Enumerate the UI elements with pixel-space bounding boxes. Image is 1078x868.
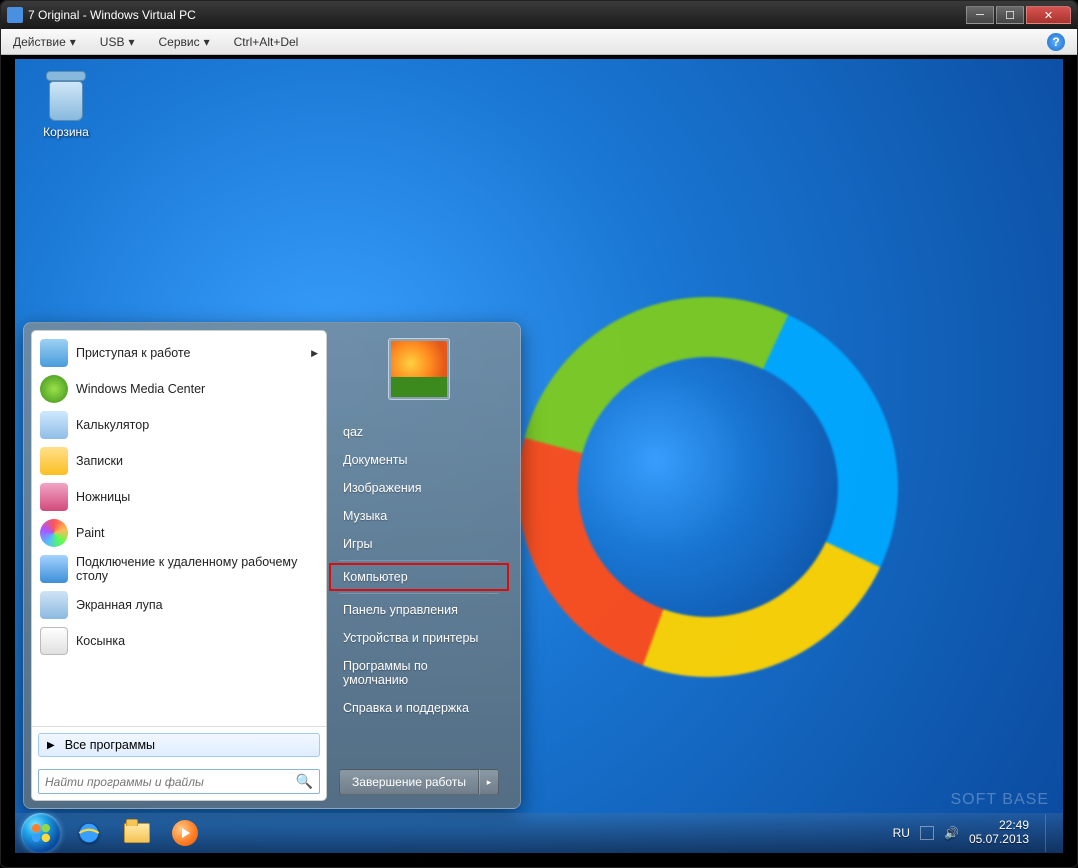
guest-desktop[interactable]: Корзина Приступая к работе Windows Media… — [15, 59, 1063, 853]
taskbar-ie[interactable] — [69, 818, 109, 848]
vm-app-icon — [7, 7, 23, 23]
prog-snipping[interactable]: Ножницы — [34, 479, 324, 515]
menu-action[interactable]: Действие ▾ — [13, 35, 76, 49]
guest-viewport: Корзина Приступая к работе Windows Media… — [11, 55, 1067, 857]
right-pictures[interactable]: Изображения — [329, 474, 509, 502]
separator — [339, 560, 499, 561]
paint-icon — [40, 519, 68, 547]
card-icon — [40, 627, 68, 655]
menu-ctrl-alt-del[interactable]: Ctrl+Alt+Del — [234, 35, 299, 49]
all-programs-button[interactable]: ▶ Все программы — [38, 733, 320, 757]
sticky-notes-icon — [40, 447, 68, 475]
flower-icon — [391, 341, 447, 397]
right-help[interactable]: Справка и поддержка — [329, 694, 509, 722]
clock[interactable]: 22:49 05.07.2013 — [969, 819, 1029, 847]
right-games[interactable]: Игры — [329, 530, 509, 558]
taskbar: RU 🔊 22:49 05.07.2013 — [15, 813, 1063, 853]
language-indicator[interactable]: RU — [893, 826, 910, 840]
shutdown-options-button[interactable]: ▸ — [479, 769, 499, 795]
start-menu: Приступая к работе Windows Media Center … — [23, 322, 521, 809]
right-user[interactable]: qaz — [329, 418, 509, 446]
chevron-down-icon: ▾ — [128, 35, 134, 49]
wmp-icon — [172, 820, 198, 846]
shutdown-button[interactable]: Завершение работы — [339, 769, 479, 795]
rdp-icon — [40, 555, 68, 583]
clock-time: 22:49 — [969, 819, 1029, 833]
vm-window: 7 Original - Windows Virtual PC ─ ☐ ✕ Де… — [0, 0, 1078, 868]
taskbar-explorer[interactable] — [117, 818, 157, 848]
right-documents[interactable]: Документы — [329, 446, 509, 474]
system-tray: RU 🔊 22:49 05.07.2013 — [893, 814, 1057, 852]
action-center-icon[interactable] — [920, 826, 934, 840]
getting-started-icon — [40, 339, 68, 367]
prog-calc[interactable]: Калькулятор — [34, 407, 324, 443]
folder-icon — [124, 823, 150, 843]
taskbar-wmp[interactable] — [165, 818, 205, 848]
play-icon: ▶ — [47, 740, 55, 751]
help-icon[interactable]: ? — [1047, 33, 1065, 51]
vm-menubar: Действие ▾ USB ▾ Сервис ▾ Ctrl+Alt+Del ? — [1, 29, 1077, 55]
chevron-down-icon: ▾ — [70, 35, 76, 49]
separator — [339, 593, 499, 594]
search-icon: 🔍 — [296, 773, 313, 790]
prog-magnifier[interactable]: Экранная лупа — [34, 587, 324, 623]
clock-date: 05.07.2013 — [969, 833, 1029, 847]
scissors-icon — [40, 483, 68, 511]
right-devices[interactable]: Устройства и принтеры — [329, 624, 509, 652]
magnifier-icon — [40, 591, 68, 619]
right-computer[interactable]: Компьютер — [329, 563, 509, 591]
titlebar[interactable]: 7 Original - Windows Virtual PC ─ ☐ ✕ — [1, 1, 1077, 29]
ie-icon — [76, 820, 102, 846]
prog-getting-started[interactable]: Приступая к работе — [34, 335, 324, 371]
window-title: 7 Original - Windows Virtual PC — [28, 8, 966, 22]
menu-usb[interactable]: USB ▾ — [100, 35, 135, 49]
search-box[interactable]: 🔍 — [38, 769, 320, 794]
pinned-programs: Приступая к работе Windows Media Center … — [32, 331, 326, 726]
prog-paint[interactable]: Paint — [34, 515, 324, 551]
user-picture[interactable] — [388, 338, 450, 400]
show-desktop-button[interactable] — [1045, 814, 1055, 852]
right-control-panel[interactable]: Панель управления — [329, 596, 509, 624]
recycle-bin[interactable]: Корзина — [31, 71, 101, 139]
windows-logo-wallpaper — [518, 297, 898, 677]
recycle-bin-label: Корзина — [31, 125, 101, 139]
menu-service[interactable]: Сервис ▾ — [159, 35, 210, 49]
maximize-button[interactable]: ☐ — [996, 6, 1024, 24]
calculator-icon — [40, 411, 68, 439]
prog-wmc[interactable]: Windows Media Center — [34, 371, 324, 407]
minimize-button[interactable]: ─ — [966, 6, 994, 24]
start-menu-left: Приступая к работе Windows Media Center … — [31, 330, 327, 801]
right-default-programs[interactable]: Программы по умолчанию — [329, 652, 509, 694]
prog-sticky-notes[interactable]: Записки — [34, 443, 324, 479]
prog-rdp[interactable]: Подключение к удаленному рабочему столу — [34, 551, 324, 587]
recycle-bin-icon — [43, 71, 89, 121]
wmc-icon — [40, 375, 68, 403]
chevron-down-icon: ▾ — [204, 35, 210, 49]
prog-solitaire[interactable]: Косынка — [34, 623, 324, 659]
shutdown-split-button: Завершение работы ▸ — [339, 769, 499, 795]
close-button[interactable]: ✕ — [1026, 6, 1071, 24]
watermark: SOFT BASE — [950, 791, 1049, 809]
search-input[interactable] — [45, 775, 296, 789]
start-menu-right: qaz Документы Изображения Музыка Игры Ко… — [329, 330, 509, 801]
volume-icon[interactable]: 🔊 — [944, 826, 959, 840]
window-controls: ─ ☐ ✕ — [966, 6, 1071, 24]
right-music[interactable]: Музыка — [329, 502, 509, 530]
start-button[interactable] — [21, 813, 61, 853]
